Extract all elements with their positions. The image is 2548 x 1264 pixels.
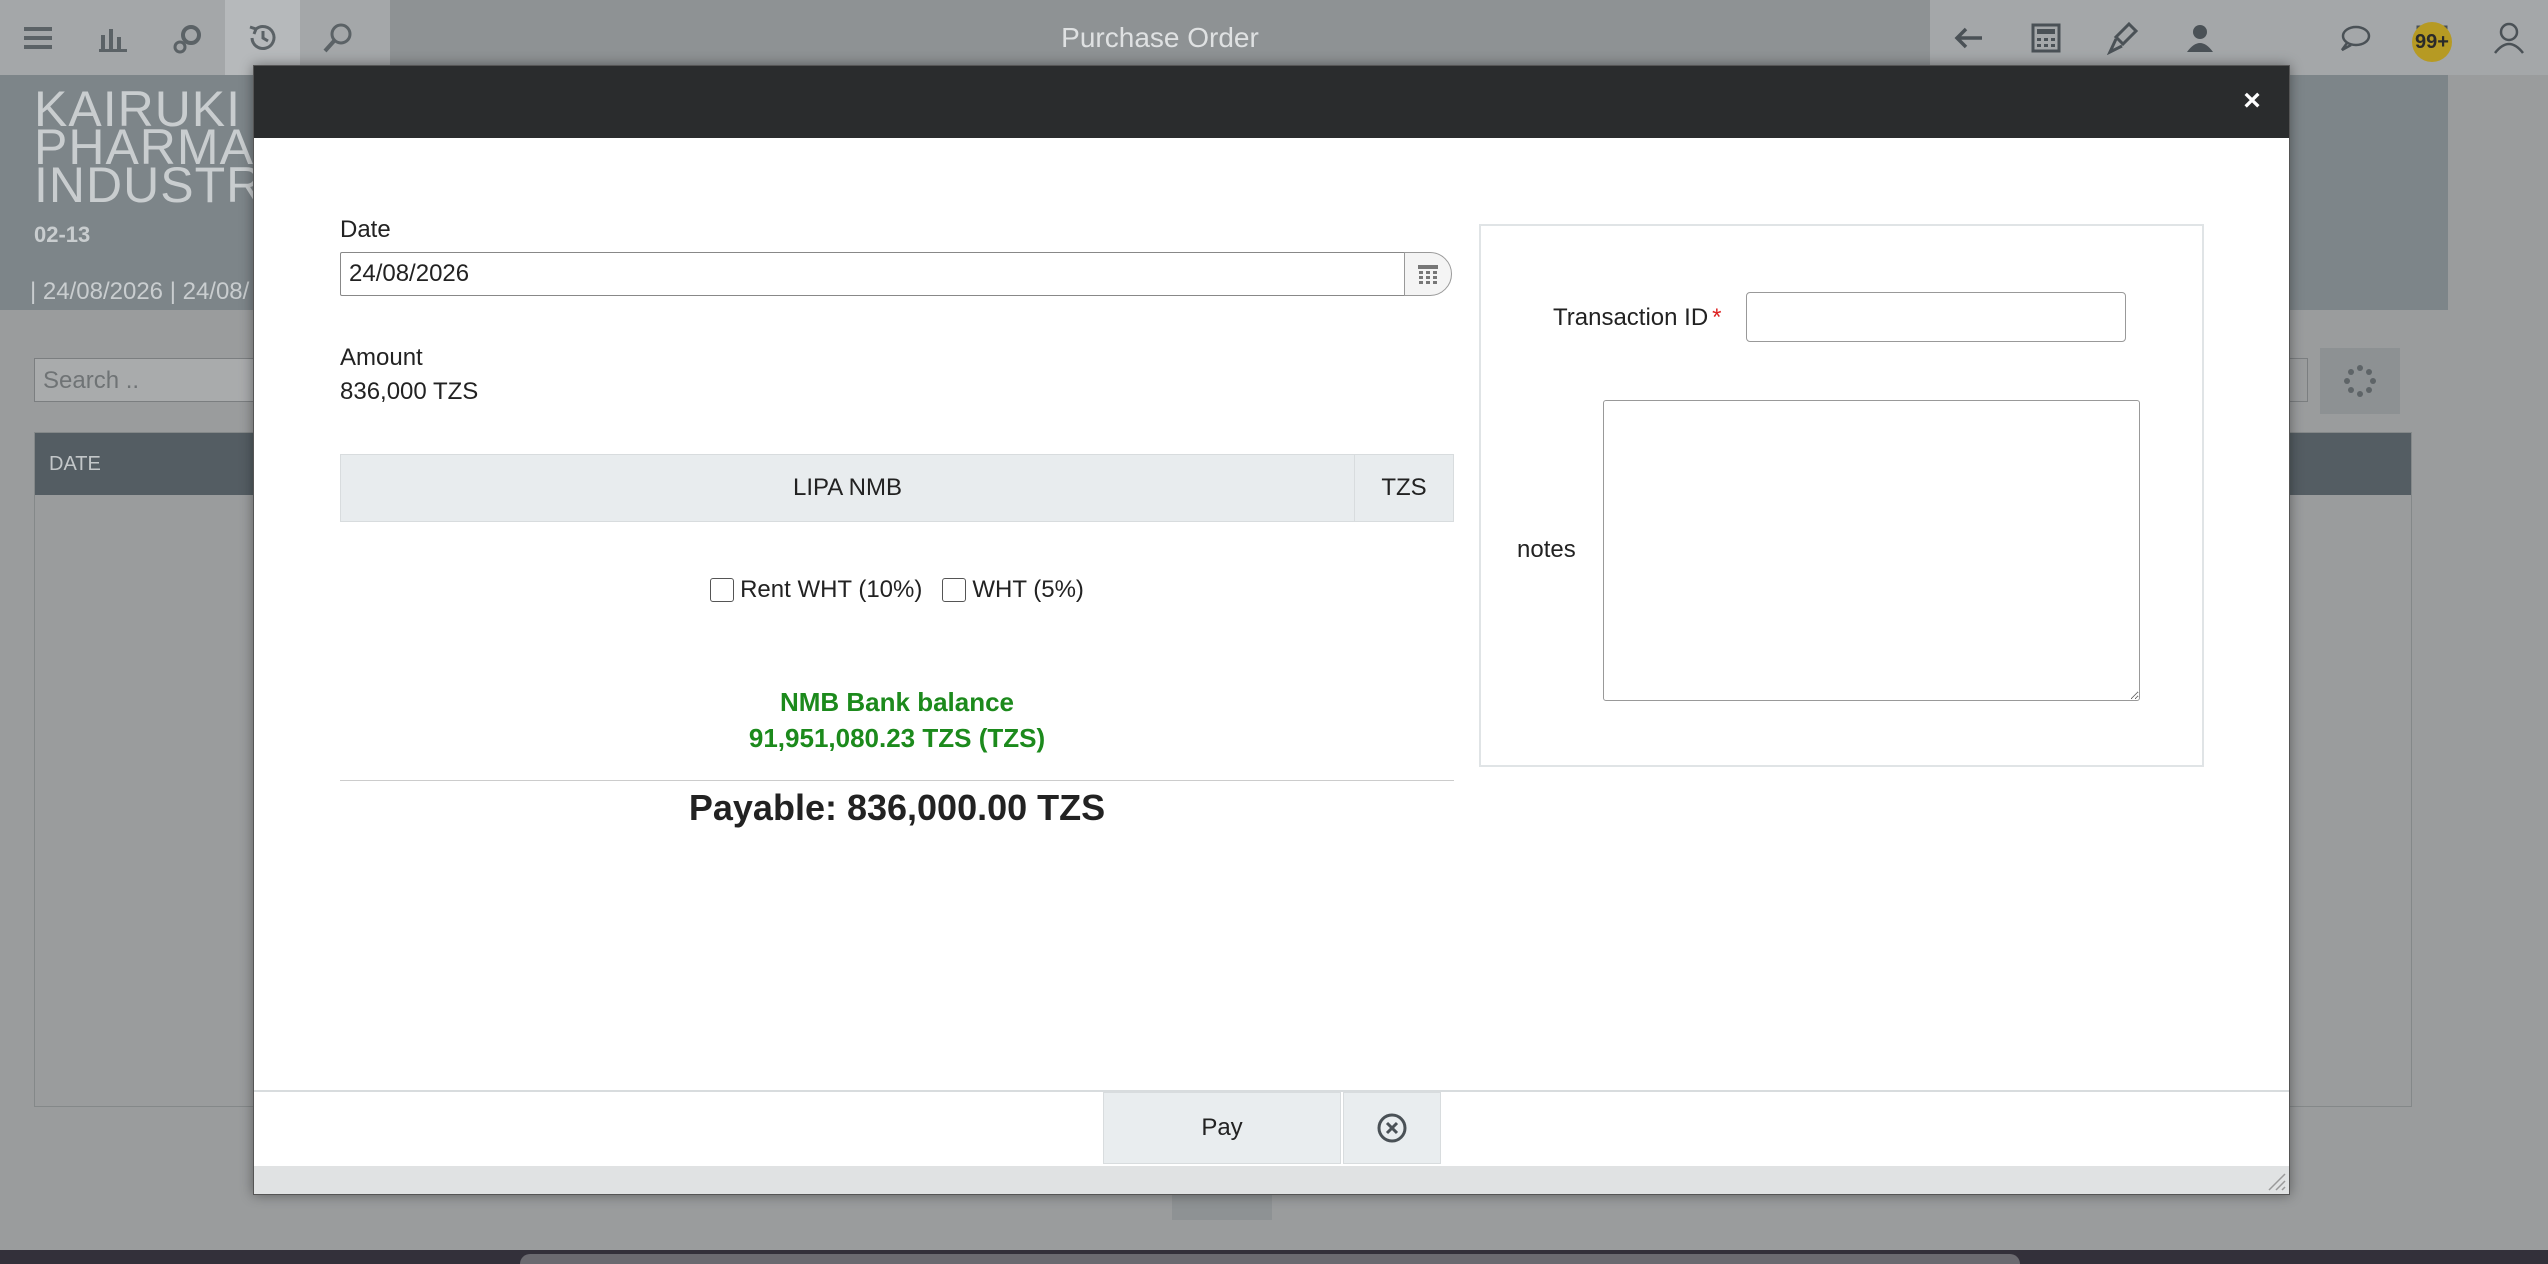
document-code: 02-13 [34,222,91,247]
chat-icon[interactable] [2316,0,2393,75]
date-label: Date [340,216,391,243]
company-name: KAIRUKI PHARMA INDUSTR [34,81,264,213]
profile-icon[interactable] [2471,0,2548,75]
wht-label: WHT (5%) [972,576,1084,603]
wht-option[interactable]: WHT (5%) [942,576,1084,604]
brush-icon[interactable] [2085,0,2162,75]
rent-wht-checkbox[interactable] [710,578,735,602]
calculator-icon[interactable] [2007,0,2084,75]
payment-method-name[interactable]: LIPA NMB [341,455,1355,521]
bank-balance-title: NMB Bank balance [779,687,1015,717]
divider [340,780,1454,781]
back-arrow-icon[interactable] [1930,0,2007,75]
payable-total: Payable: 836,000.00 TZS [688,787,1106,828]
payment-form-right: Transaction ID * notes [1479,224,2204,767]
bank-balance: NMB Bank balance 91,951,080.23 TZS (TZS) [340,684,1454,756]
cancel-circle-icon [1377,1113,1407,1143]
transaction-id-label-text: Transaction ID [1553,304,1709,331]
chart-icon[interactable] [75,0,150,75]
spinner-icon [2344,365,2376,397]
date-input[interactable] [340,252,1410,296]
menu-icon[interactable] [0,0,75,75]
calendar-icon [1418,265,1438,284]
right-toolbar [1930,0,2548,75]
payment-method-currency: TZS [1381,474,1427,501]
wht-checkbox[interactable] [942,578,967,602]
dialog-titlebar: × [254,66,2289,138]
cancel-button[interactable] [1343,1092,1441,1164]
side-action-column [2448,75,2548,310]
left-toolbar [0,0,390,75]
dialog-status-bar [254,1166,2289,1194]
date-field [340,252,1454,296]
notes-textarea[interactable] [1603,400,2140,701]
amount-label: Amount [340,344,423,371]
calendar-button[interactable] [1404,252,1452,296]
transaction-id-label: Transaction ID * [1553,304,1722,332]
close-icon[interactable]: × [2235,84,2269,118]
amount-value: 836,000 TZS [340,378,479,405]
dock-pill [520,1254,2020,1264]
resize-grip-icon[interactable] [2265,1170,2287,1192]
payment-form-left: Date Amount 836,000 TZS LIPA NMB TZS Ren… [340,216,1454,829]
bank-balance-value: 91,951,080.23 TZS (TZS) [748,723,1046,753]
top-app-bar: Purchase Order 99+ [0,0,2548,75]
payment-method-row[interactable]: LIPA NMB TZS [340,454,1454,522]
date-range: | 24/08/2026 | 24/08/ [30,278,250,305]
rent-wht-option[interactable]: Rent WHT (10%) [710,576,922,604]
notes-label: notes [1517,536,1576,563]
notification-badge[interactable]: 99+ [2412,22,2452,62]
pay-button[interactable]: Pay [1103,1092,1341,1164]
user-icon[interactable] [2162,0,2239,75]
window-bottom-strip [0,1250,2548,1264]
background-search-input[interactable]: Search .. [34,358,264,402]
wht-options: Rent WHT (10%) WHT (5%) [340,576,1454,604]
required-marker: * [1712,304,1722,331]
payment-dialog: × Date Amount 836,000 TZS LIPA NMB TZS R… [253,65,2290,1195]
app-title: Purchase Order [1061,22,1259,53]
history-icon[interactable] [225,0,300,75]
rent-wht-label: Rent WHT (10%) [740,576,923,603]
refresh-button[interactable] [2320,348,2400,414]
transaction-id-input[interactable] [1746,292,2126,342]
search-icon[interactable] [300,0,375,75]
settings-icon[interactable] [150,0,225,75]
